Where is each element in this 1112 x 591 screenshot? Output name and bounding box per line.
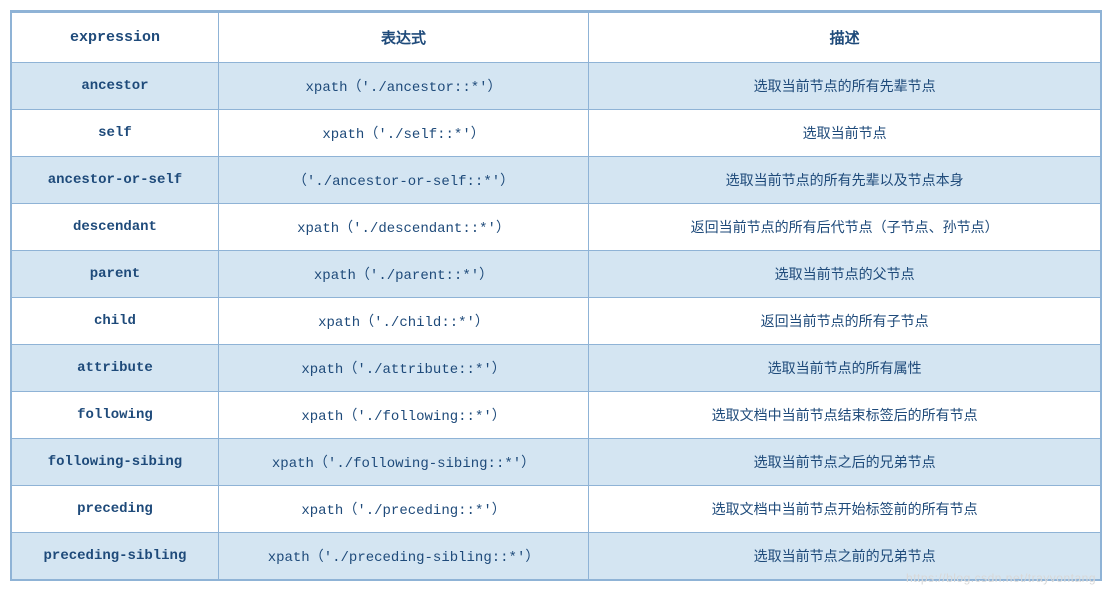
- cell-syntax: xpath（'./self::*'）: [218, 110, 588, 157]
- cell-description: 选取当前节点的所有先辈以及节点本身: [589, 157, 1101, 204]
- table-row: preceding xpath（'./preceding::*'） 选取文档中当…: [12, 486, 1101, 533]
- table-row: following xpath（'./following::*'） 选取文档中当…: [12, 392, 1101, 439]
- cell-description: 选取当前节点: [589, 110, 1101, 157]
- table-row: ancestor-or-self （'./ancestor-or-self::*…: [12, 157, 1101, 204]
- cell-expression: descendant: [12, 204, 219, 251]
- cell-expression: parent: [12, 251, 219, 298]
- cell-expression: following-sibing: [12, 439, 219, 486]
- cell-syntax: xpath（'./attribute::*'）: [218, 345, 588, 392]
- cell-expression: self: [12, 110, 219, 157]
- cell-description: 返回当前节点的所有子节点: [589, 298, 1101, 345]
- table-body: ancestor xpath（'./ancestor::*'） 选取当前节点的所…: [12, 63, 1101, 580]
- watermark-text: https://blog.csdn.net/trayvontang: [906, 571, 1096, 585]
- cell-syntax: xpath（'./following::*'）: [218, 392, 588, 439]
- cell-syntax: xpath（'./descendant::*'）: [218, 204, 588, 251]
- table-row: following-sibing xpath（'./following-sibi…: [12, 439, 1101, 486]
- cell-description: 选取文档中当前节点结束标签后的所有节点: [589, 392, 1101, 439]
- cell-syntax: xpath（'./preceding-sibling::*'）: [218, 533, 588, 580]
- cell-expression: attribute: [12, 345, 219, 392]
- cell-expression: ancestor: [12, 63, 219, 110]
- xpath-axes-table-container: expression 表达式 描述 ancestor xpath（'./ance…: [10, 10, 1102, 581]
- table-row: attribute xpath（'./attribute::*'） 选取当前节点…: [12, 345, 1101, 392]
- table-row: ancestor xpath（'./ancestor::*'） 选取当前节点的所…: [12, 63, 1101, 110]
- cell-syntax: xpath（'./parent::*'）: [218, 251, 588, 298]
- cell-expression: child: [12, 298, 219, 345]
- cell-expression: preceding-sibling: [12, 533, 219, 580]
- table-row: self xpath（'./self::*'） 选取当前节点: [12, 110, 1101, 157]
- cell-description: 返回当前节点的所有后代节点（子节点、孙节点）: [589, 204, 1101, 251]
- cell-syntax: xpath（'./preceding::*'）: [218, 486, 588, 533]
- header-description: 描述: [589, 13, 1101, 63]
- xpath-axes-table: expression 表达式 描述 ancestor xpath（'./ance…: [11, 13, 1101, 580]
- cell-description: 选取当前节点之后的兄弟节点: [589, 439, 1101, 486]
- table-row: parent xpath（'./parent::*'） 选取当前节点的父节点: [12, 251, 1101, 298]
- cell-description: 选取当前节点的父节点: [589, 251, 1101, 298]
- cell-syntax: xpath（'./child::*'）: [218, 298, 588, 345]
- cell-description: 选取当前节点的所有先辈节点: [589, 63, 1101, 110]
- cell-syntax: （'./ancestor-or-self::*'）: [218, 157, 588, 204]
- cell-description: 选取文档中当前节点开始标签前的所有节点: [589, 486, 1101, 533]
- header-expression: expression: [12, 13, 219, 63]
- cell-expression: following: [12, 392, 219, 439]
- cell-syntax: xpath（'./ancestor::*'）: [218, 63, 588, 110]
- cell-description: 选取当前节点的所有属性: [589, 345, 1101, 392]
- header-syntax: 表达式: [218, 13, 588, 63]
- table-row: descendant xpath（'./descendant::*'） 返回当前…: [12, 204, 1101, 251]
- table-row: child xpath（'./child::*'） 返回当前节点的所有子节点: [12, 298, 1101, 345]
- cell-expression: preceding: [12, 486, 219, 533]
- table-header-row: expression 表达式 描述: [12, 13, 1101, 63]
- cell-expression: ancestor-or-self: [12, 157, 219, 204]
- cell-syntax: xpath（'./following-sibing::*'）: [218, 439, 588, 486]
